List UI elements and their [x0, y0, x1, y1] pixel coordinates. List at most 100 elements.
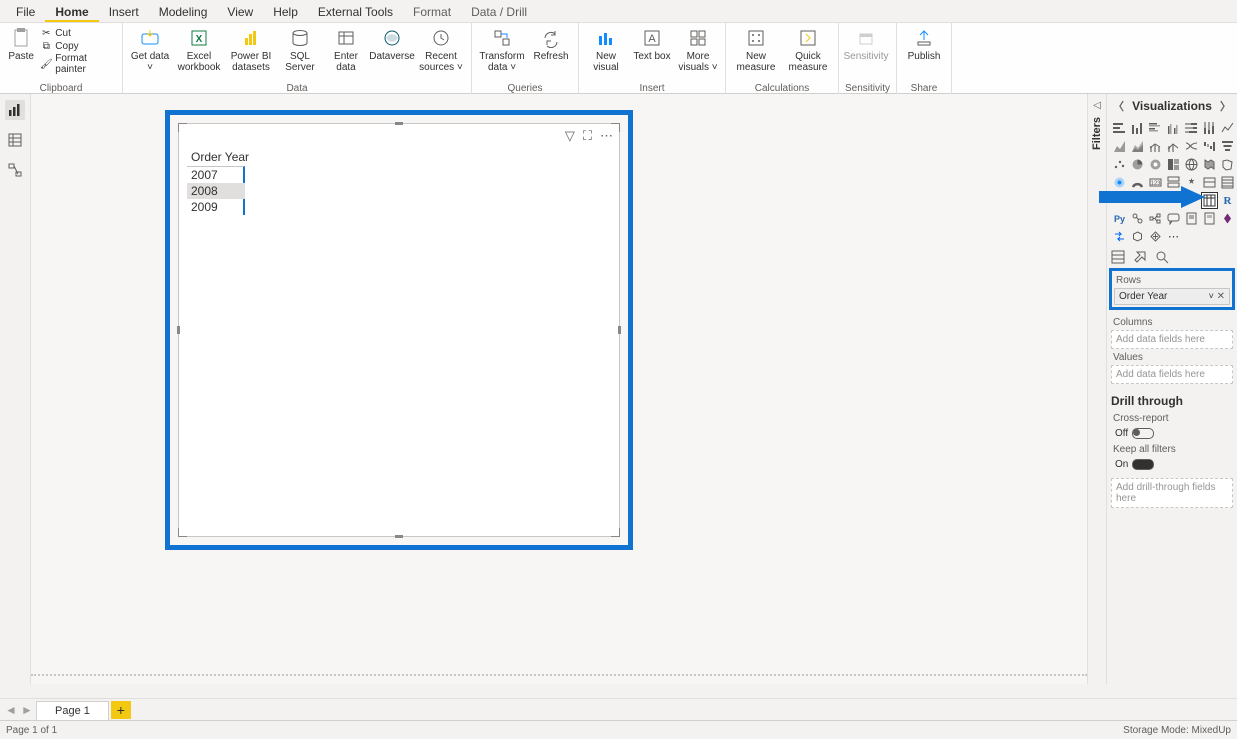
expand-viz-icon[interactable]: 〉	[1220, 98, 1231, 114]
model-view-button[interactable]	[5, 160, 25, 180]
treemap-icon[interactable]	[1165, 156, 1182, 173]
tab-modeling[interactable]: Modeling	[149, 1, 218, 22]
paginated-icon[interactable]	[1201, 210, 1218, 227]
python-visual-icon[interactable]: Py	[1111, 210, 1128, 227]
transform-data-button[interactable]: Transform data ˅	[478, 25, 526, 73]
tab-format[interactable]: Format	[403, 1, 461, 22]
filter-icon[interactable]: ▽	[565, 128, 575, 144]
fields-tab-icon[interactable]	[1111, 250, 1125, 264]
matrix-blank-icon[interactable]	[1165, 192, 1182, 209]
key-influencers-icon[interactable]	[1129, 210, 1146, 227]
quick-measure-button[interactable]: Quick measure	[784, 25, 832, 73]
refresh-button[interactable]: Refresh	[530, 25, 572, 62]
line-clustered-icon[interactable]	[1165, 138, 1182, 155]
narrative-icon[interactable]	[1183, 210, 1200, 227]
text-box-button[interactable]: AText box	[631, 25, 673, 62]
get-data-button[interactable]: Get data ˅	[129, 25, 171, 73]
page-tab[interactable]: Page 1	[36, 701, 109, 720]
custom-visual-icon[interactable]	[1129, 228, 1146, 245]
matrix-blank-icon[interactable]	[1183, 192, 1200, 209]
expand-filters-icon[interactable]: ◁	[1093, 100, 1101, 111]
keep-filters-toggle[interactable]: On	[1111, 457, 1158, 472]
tab-view[interactable]: View	[217, 1, 263, 22]
stacked-column-icon[interactable]	[1129, 120, 1146, 137]
columns-well[interactable]: Add data fields here	[1111, 330, 1233, 349]
decomposition-icon[interactable]	[1147, 210, 1164, 227]
hundred-column-icon[interactable]	[1201, 120, 1218, 137]
more-options-icon[interactable]: ⋯	[600, 128, 613, 144]
multi-card-icon[interactable]	[1165, 174, 1182, 191]
matrix-row[interactable]: 2008	[187, 183, 245, 199]
matrix-header[interactable]: Order Year	[187, 148, 253, 166]
area-chart-icon[interactable]	[1111, 138, 1128, 155]
pbi-datasets-button[interactable]: Power BI datasets	[227, 25, 275, 73]
excel-workbook-button[interactable]: XExcel workbook	[175, 25, 223, 73]
line-chart-icon[interactable]	[1219, 120, 1236, 137]
data-view-button[interactable]	[5, 130, 25, 150]
matrix-blank-icon[interactable]	[1129, 192, 1146, 209]
matrix-row[interactable]: 2009	[187, 199, 245, 215]
next-page-button[interactable]: ►	[20, 703, 34, 717]
map-icon[interactable]	[1183, 156, 1200, 173]
gauge-icon[interactable]	[1129, 174, 1146, 191]
powerapps-icon[interactable]	[1219, 210, 1236, 227]
automate-icon[interactable]	[1111, 228, 1128, 245]
ellipsis-icon[interactable]: ⋯	[1165, 228, 1182, 245]
analytics-tab-icon[interactable]	[1155, 250, 1169, 264]
copy-button[interactable]: ⧉Copy	[40, 40, 116, 52]
collapse-viz-icon[interactable]: 〈	[1113, 98, 1124, 114]
tab-help[interactable]: Help	[263, 1, 308, 22]
get-more-visuals-icon[interactable]	[1147, 228, 1164, 245]
enter-data-button[interactable]: Enter data	[325, 25, 367, 73]
prev-page-button[interactable]: ◄	[4, 703, 18, 717]
stacked-area-icon[interactable]	[1129, 138, 1146, 155]
rows-field-chip[interactable]: Order Year ˅ ✕	[1114, 288, 1230, 305]
card-icon[interactable]: 123	[1147, 174, 1164, 191]
table-icon[interactable]	[1219, 174, 1236, 191]
qa-visual-icon[interactable]	[1165, 210, 1182, 227]
publish-button[interactable]: Publish	[903, 25, 945, 62]
dataverse-button[interactable]: Dataverse	[371, 25, 413, 62]
focus-mode-icon[interactable]: ⛶	[583, 128, 592, 144]
tab-external-tools[interactable]: External Tools	[308, 1, 403, 22]
donut-icon[interactable]	[1147, 156, 1164, 173]
format-painter-button[interactable]: 🖌Format painter	[40, 53, 116, 75]
waterfall-icon[interactable]	[1201, 138, 1218, 155]
line-column-icon[interactable]	[1147, 138, 1164, 155]
r-visual-icon[interactable]: R	[1219, 192, 1236, 209]
values-well[interactable]: Add data fields here	[1111, 365, 1233, 384]
sensitivity-button[interactable]: Sensitivity	[845, 25, 887, 62]
matrix-row[interactable]: 2007	[187, 167, 245, 183]
tab-file[interactable]: File	[6, 1, 45, 22]
drill-through-well[interactable]: Add drill-through fields here	[1111, 478, 1233, 508]
cut-button[interactable]: ✂Cut	[40, 27, 116, 39]
sql-server-button[interactable]: SQL Server	[279, 25, 321, 73]
tab-home[interactable]: Home	[45, 1, 98, 22]
funnel-icon[interactable]	[1219, 138, 1236, 155]
tab-data-drill[interactable]: Data / Drill	[461, 1, 537, 22]
clustered-bar-icon[interactable]	[1147, 120, 1164, 137]
recent-sources-button[interactable]: Recent sources ˅	[417, 25, 465, 73]
add-page-button[interactable]: +	[111, 701, 131, 719]
pie-icon[interactable]	[1129, 156, 1146, 173]
ribbon-chart-icon[interactable]	[1183, 138, 1200, 155]
report-view-button[interactable]	[5, 100, 25, 120]
new-visual-button[interactable]: New visual	[585, 25, 627, 73]
tab-insert[interactable]: Insert	[99, 1, 149, 22]
matrix-visual-selection[interactable]: ▽ ⛶ ⋯ Order Year 2007 2008 2009	[165, 110, 633, 550]
scatter-icon[interactable]	[1111, 156, 1128, 173]
format-tab-icon[interactable]	[1133, 250, 1147, 264]
filters-pane-collapsed[interactable]: ◁ Filters	[1087, 94, 1106, 684]
stacked-bar-icon[interactable]	[1111, 120, 1128, 137]
new-measure-button[interactable]: New measure	[732, 25, 780, 73]
shape-map-icon[interactable]	[1219, 156, 1236, 173]
matrix-visual-icon[interactable]	[1201, 192, 1218, 209]
kpi-icon[interactable]	[1183, 174, 1200, 191]
report-canvas[interactable]: ▽ ⛶ ⋯ Order Year 2007 2008 2009	[31, 94, 1087, 684]
remove-field-icon[interactable]: ✕	[1217, 291, 1225, 302]
cross-report-toggle[interactable]: Off	[1111, 426, 1158, 441]
matrix-blank-icon[interactable]	[1147, 192, 1164, 209]
filled-map-icon[interactable]	[1201, 156, 1218, 173]
chevron-down-icon[interactable]: ˅	[1209, 291, 1214, 301]
paste-button[interactable]: Paste	[6, 25, 36, 62]
